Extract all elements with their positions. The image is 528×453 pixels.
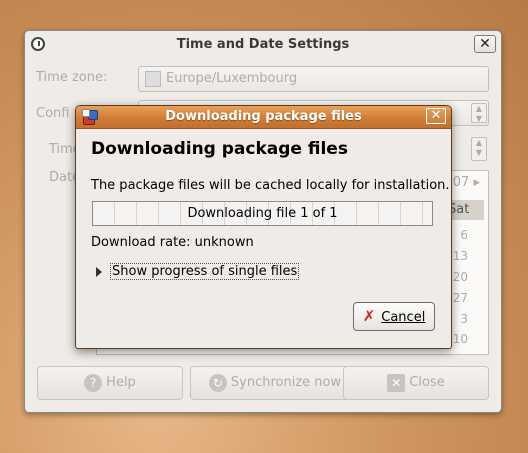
help-button[interactable]: ? Help bbox=[37, 366, 183, 400]
bg-close-button[interactable]: ✕ bbox=[474, 35, 496, 53]
cancel-x-icon: ✗ bbox=[362, 307, 376, 325]
calendar-day[interactable]: 6 bbox=[460, 228, 468, 242]
synchronize-now-button[interactable]: ↻ Synchronize now bbox=[190, 366, 360, 400]
dialog-titlebar[interactable]: Downloading package files ✕ bbox=[76, 106, 451, 129]
calendar-day[interactable]: 27 bbox=[453, 291, 468, 305]
bg-window-title: Time and Date Settings bbox=[176, 37, 350, 52]
dialog-close-button[interactable]: ✕ bbox=[426, 108, 446, 124]
close-icon: ✕ bbox=[479, 36, 491, 52]
globe-icon bbox=[145, 70, 161, 87]
calendar-day[interactable]: 10 bbox=[453, 332, 468, 346]
time-zone-value: Europe/Luxembourg bbox=[166, 71, 298, 86]
download-rate: Download rate: unknown bbox=[91, 235, 254, 250]
time-spin-arrows[interactable]: ▲ ▼ bbox=[471, 137, 487, 161]
cancel-label: Cancel bbox=[381, 310, 426, 325]
expander-triangle-icon bbox=[96, 266, 102, 277]
close-icon: ✕ bbox=[430, 108, 442, 123]
close-icon: ✕ bbox=[387, 373, 406, 392]
bg-titlebar: Time and Date Settings ✕ bbox=[25, 31, 501, 59]
dialog-title: Downloading package files bbox=[165, 109, 362, 124]
dialog-description: The package files will be cached locally… bbox=[91, 178, 450, 193]
calendar-day[interactable]: 20 bbox=[453, 270, 468, 284]
download-dialog: Downloading package files ✕ Downloading … bbox=[75, 105, 452, 349]
single-files-expander[interactable]: Show progress of single files bbox=[96, 263, 300, 280]
time-zone-label: Time zone: bbox=[36, 70, 108, 85]
expander-label: Show progress of single files bbox=[110, 263, 300, 280]
dialog-heading: Downloading package files bbox=[91, 139, 348, 159]
cancel-button[interactable]: ✗ Cancel bbox=[353, 302, 435, 331]
time-zone-combo[interactable]: Europe/Luxembourg bbox=[138, 66, 489, 92]
calendar-day[interactable]: 13 bbox=[453, 249, 468, 263]
progress-text: Downloading file 1 of 1 bbox=[187, 206, 338, 221]
configuration-spin-arrows[interactable]: ▲ ▼ bbox=[471, 103, 487, 123]
download-progress-bar: Downloading file 1 of 1 bbox=[92, 201, 433, 226]
help-icon: ? bbox=[84, 373, 103, 392]
calendar-day[interactable]: 3 bbox=[460, 312, 468, 326]
close-button[interactable]: ✕ Close bbox=[343, 366, 489, 400]
sync-icon: ↻ bbox=[208, 373, 227, 392]
configuration-label: Confi bbox=[36, 106, 70, 121]
